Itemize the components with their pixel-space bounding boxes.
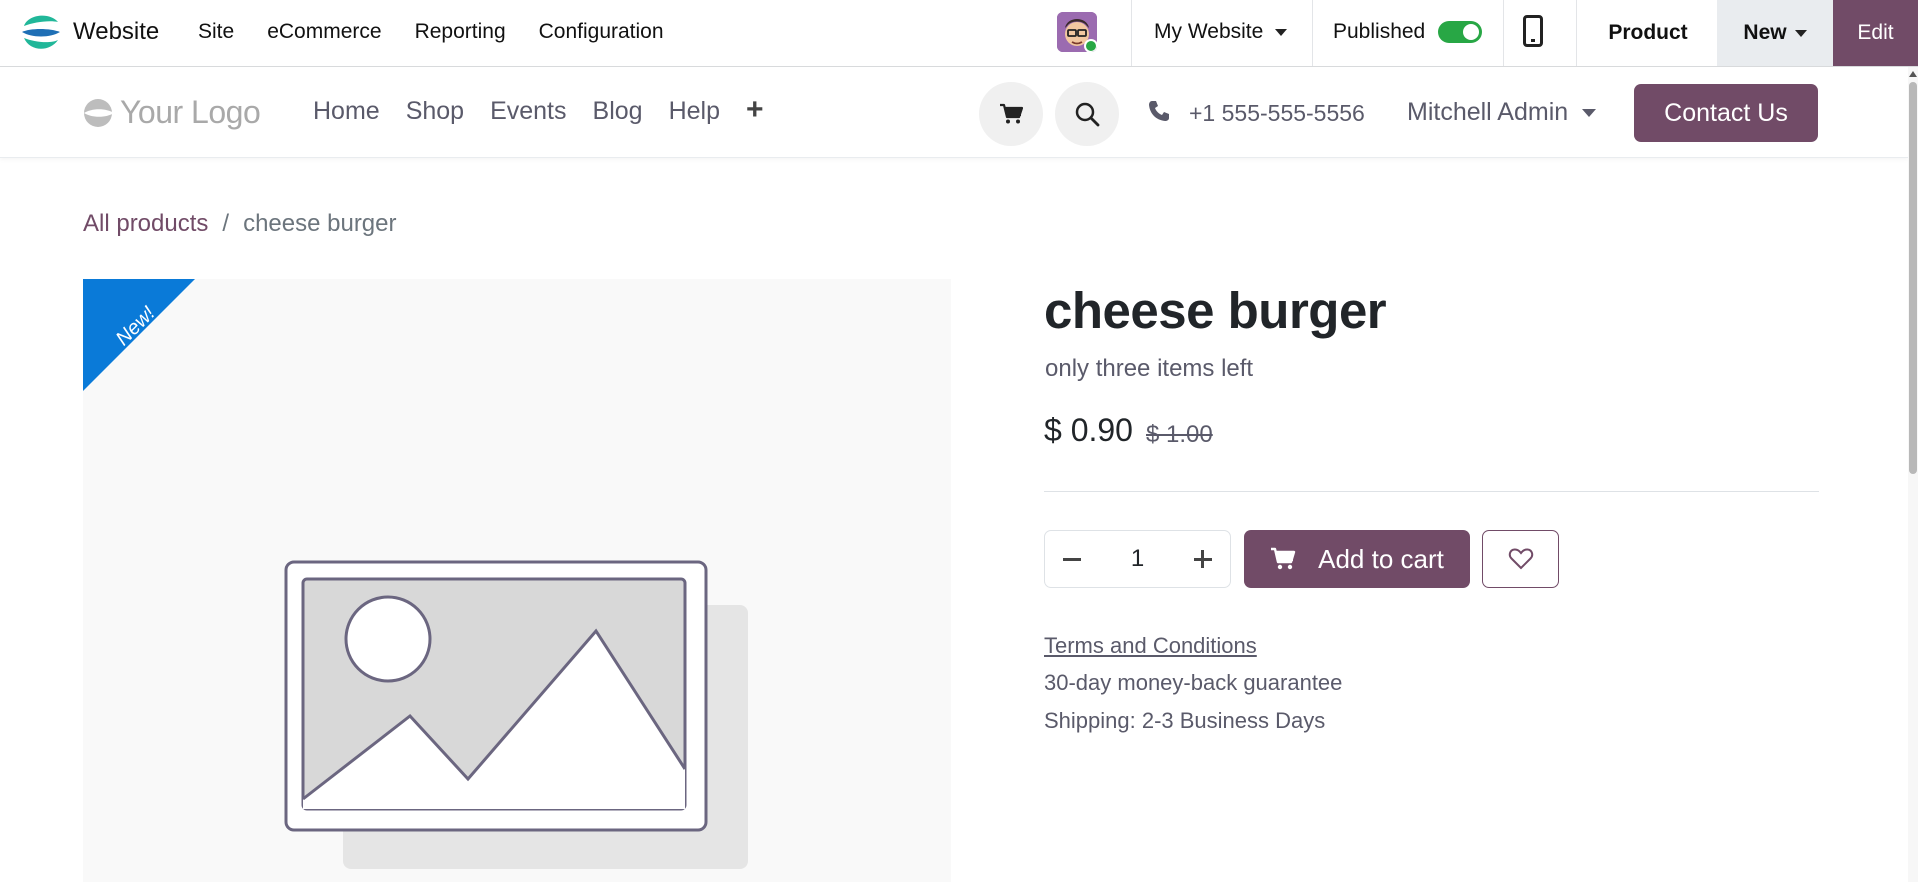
terms-link[interactable]: Terms and Conditions: [1044, 633, 1257, 659]
nav-shop[interactable]: Shop: [406, 97, 464, 127]
cart-button[interactable]: [979, 82, 1043, 146]
website-app-icon[interactable]: [20, 10, 62, 54]
shipping-text: Shipping: 2-3 Business Days: [1044, 708, 1326, 733]
new-button[interactable]: New: [1717, 0, 1833, 66]
nav-help[interactable]: Help: [669, 97, 720, 127]
add-to-cart-label: Add to cart: [1318, 543, 1444, 574]
app-menu: Site eCommerce Reporting Configuration: [198, 20, 697, 44]
guarantee-text: 30-day money-back guarantee: [1044, 670, 1343, 695]
divider: [1312, 0, 1313, 66]
breadcrumb-current: cheese burger: [243, 210, 397, 237]
product-button-label: Product: [1608, 21, 1688, 44]
scroll-up-arrow-icon[interactable]: [1909, 71, 1917, 77]
logo-icon: [84, 98, 114, 127]
product-description: only three items left: [1045, 355, 1254, 382]
chevron-down-icon: [1275, 28, 1288, 36]
search-icon: [1075, 102, 1100, 127]
add-menu-plus-icon[interactable]: +: [746, 93, 764, 127]
product-price: $ 0.90: [1044, 412, 1133, 448]
product-old-price: $ 1.00: [1146, 421, 1213, 448]
menu-site[interactable]: Site: [198, 20, 234, 44]
chevron-down-icon: [1794, 29, 1807, 37]
menu-ecommerce[interactable]: eCommerce: [267, 20, 381, 44]
product-button[interactable]: Product: [1576, 0, 1720, 66]
phone-icon: [1149, 101, 1169, 121]
cart-icon: [1271, 547, 1296, 570]
divider: [1503, 0, 1504, 66]
scrollbar-thumb[interactable]: [1909, 82, 1917, 474]
quantity-input[interactable]: 1: [1131, 545, 1144, 573]
user-menu[interactable]: Mitchell Admin: [1407, 98, 1597, 127]
add-to-cart-button[interactable]: Add to cart: [1244, 530, 1470, 588]
phone-number[interactable]: +1 555-555-5556: [1189, 100, 1365, 127]
product-name: cheese burger: [1044, 282, 1387, 339]
divider: [1044, 491, 1819, 492]
published-toggle[interactable]: [1438, 21, 1482, 43]
user-name: Mitchell Admin: [1407, 98, 1569, 126]
logo-text: Your Logo: [120, 94, 261, 130]
image-placeholder-icon: [284, 560, 748, 869]
quantity-stepper: 1: [1044, 530, 1231, 588]
app-name[interactable]: Website: [73, 18, 159, 46]
site-header: Your Logo Home Shop Events Blog Help + +…: [0, 67, 1908, 158]
cart-icon: [1000, 103, 1023, 124]
breadcrumb-separator: /: [222, 210, 230, 237]
wishlist-button[interactable]: [1482, 530, 1559, 588]
breadcrumb: All products / cheese burger: [83, 210, 397, 238]
user-avatar[interactable]: [1057, 12, 1097, 52]
mobile-preview-icon[interactable]: [1523, 15, 1543, 47]
menu-configuration[interactable]: Configuration: [539, 20, 664, 44]
contact-us-button[interactable]: Contact Us: [1634, 84, 1818, 142]
website-selector[interactable]: My Website: [1154, 20, 1288, 44]
main-nav: Home Shop Events Blog Help +: [313, 93, 790, 127]
edit-button-label: Edit: [1857, 21, 1894, 44]
nav-blog[interactable]: Blog: [593, 97, 643, 127]
published-label: Published: [1333, 20, 1426, 43]
nav-home[interactable]: Home: [313, 97, 380, 127]
plus-icon[interactable]: [1193, 550, 1212, 568]
minus-icon[interactable]: [1063, 557, 1081, 561]
menu-reporting[interactable]: Reporting: [415, 20, 506, 44]
new-button-label: New: [1743, 21, 1787, 44]
backend-top-bar: Website Site eCommerce Reporting Configu…: [0, 0, 1918, 67]
edit-button[interactable]: Edit: [1833, 0, 1918, 66]
breadcrumb-all-products[interactable]: All products: [83, 210, 208, 238]
online-status-dot: [1084, 39, 1097, 52]
chevron-down-icon: [1582, 108, 1597, 117]
page-scrollbar[interactable]: [1908, 67, 1918, 882]
product-image[interactable]: New!: [83, 279, 951, 882]
site-logo[interactable]: Your Logo: [82, 94, 261, 131]
nav-events[interactable]: Events: [490, 97, 566, 127]
website-selector-label: My Website: [1154, 20, 1264, 43]
search-button[interactable]: [1055, 82, 1119, 146]
contact-us-label: Contact Us: [1664, 98, 1788, 127]
heart-icon: [1508, 548, 1533, 570]
divider: [1131, 0, 1132, 66]
